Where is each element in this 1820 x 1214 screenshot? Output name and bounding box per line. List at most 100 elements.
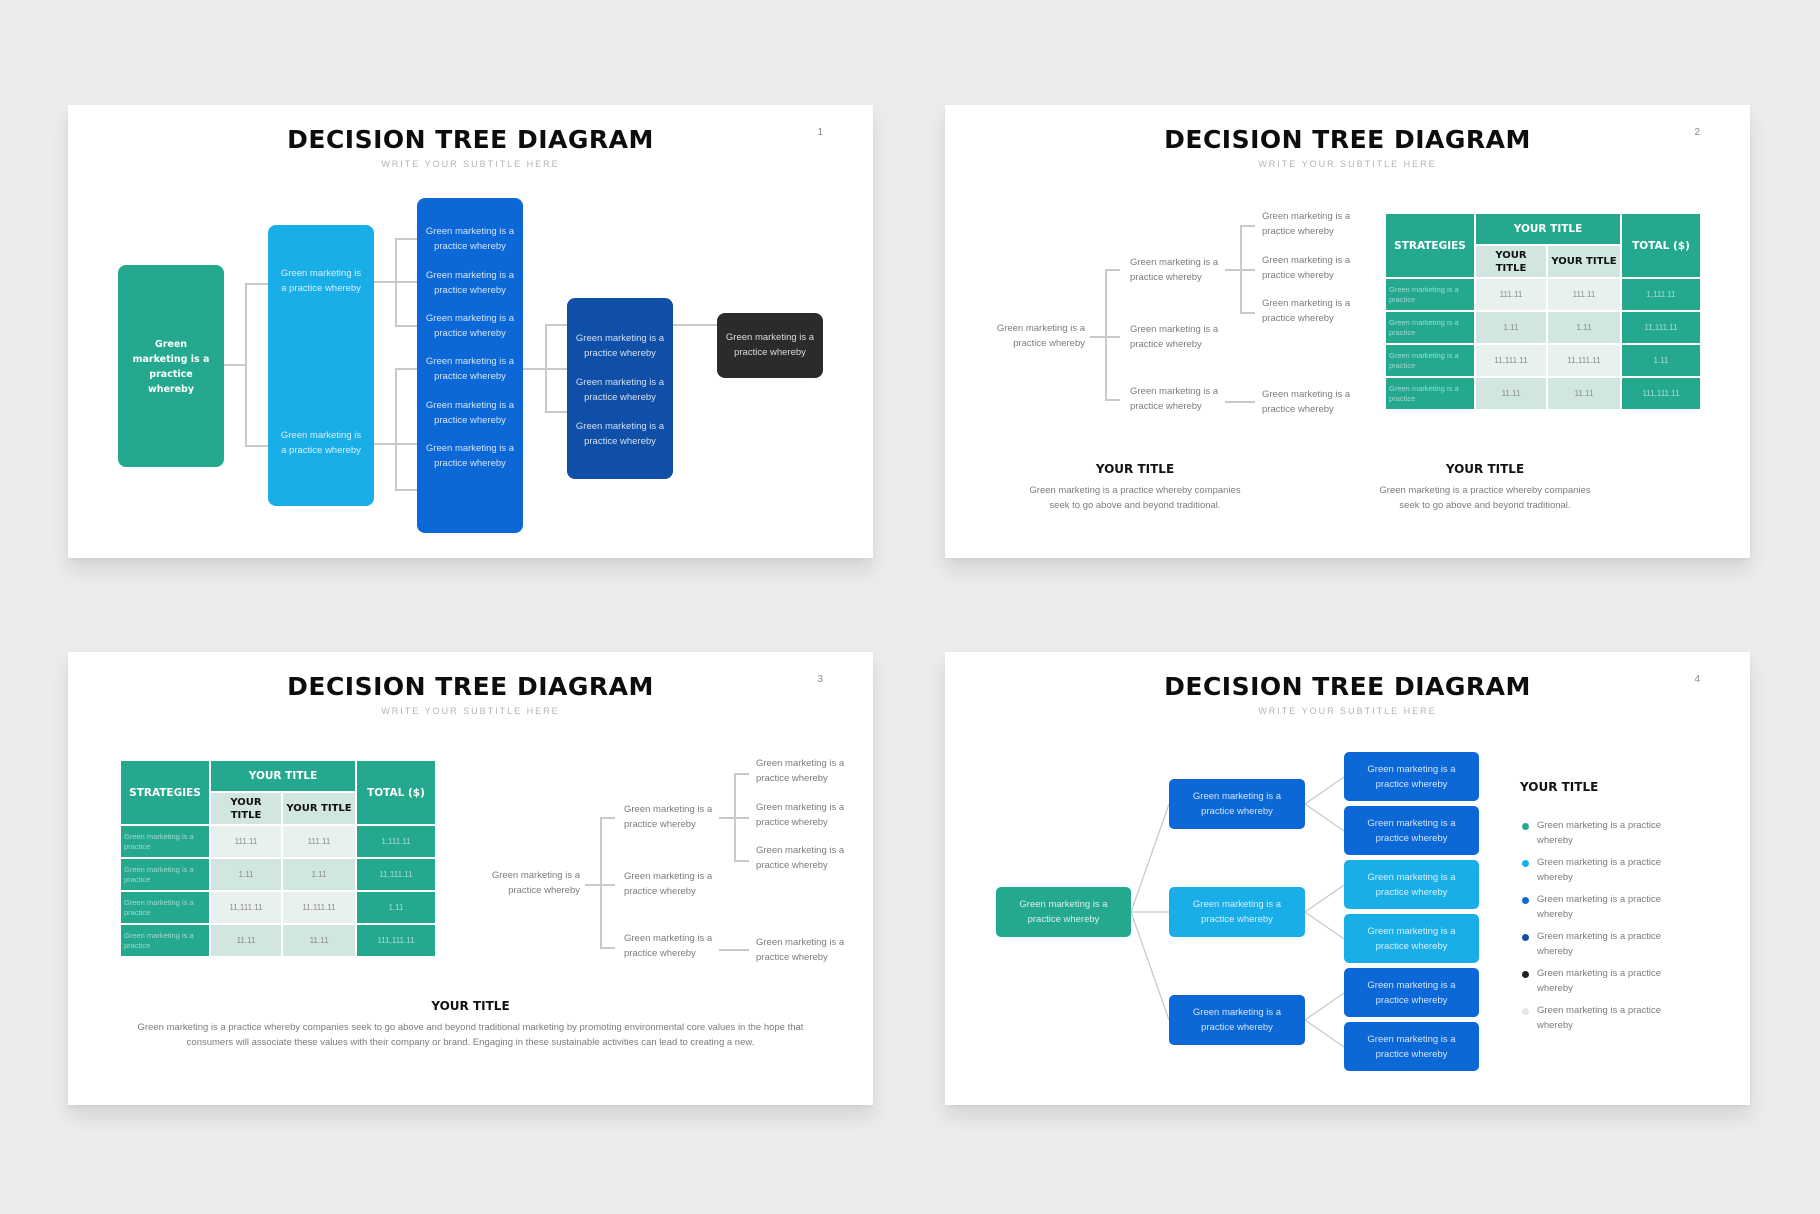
cell: 1.11 [282,858,356,891]
node-label: Green marketing is a practice whereby [425,226,515,252]
total-cell: 1,111.11 [1621,278,1701,311]
cell: 1.11 [210,858,282,891]
section-body: Green marketing is a practice whereby co… [1379,485,1591,511]
tree-leaf-text: Green marketing is a practice whereby [1262,255,1351,281]
middle-node[interactable]: Green marketing is a practice whereby [1169,995,1305,1045]
section-title: YOUR TITLE [1095,462,1175,476]
connector [1304,911,1345,940]
level-4-node[interactable]: Green marketing is a practice whereby [717,313,823,378]
connector [224,364,246,366]
legend-text: Green marketing is a practice whereby [1537,857,1662,883]
table-row: Green marketing is a practice 1.11 1.11 … [120,858,436,891]
tree-middle-text: Green marketing is a practice whereby [1130,257,1219,283]
leaf-node[interactable]: Green marketing is a practice whereby [1344,968,1479,1017]
total-cell: 1.11 [1621,344,1701,377]
cell: 111.11 [1475,278,1547,311]
node-label: Green marketing is a practice whereby [280,430,362,456]
bullet-dot-icon [1522,897,1529,904]
connector [719,949,749,951]
connector [1130,911,1170,1021]
leaf-node[interactable]: Green marketing is a practice whereby [1344,752,1479,801]
section-title: YOUR TITLE [1445,462,1525,476]
leaf-node[interactable]: Green marketing is a practice whereby [1344,806,1479,855]
connector [1105,269,1120,271]
legend-text: Green marketing is a practice whereby [1537,968,1662,994]
slide-2[interactable]: DECISION TREE DIAGRAM WRITE YOUR SUBTITL… [945,105,1750,558]
tree-leaf-text: Green marketing is a practice whereby [756,845,845,871]
level-1-node[interactable]: Green marketing is a practice whereby Gr… [268,225,374,506]
slide-title: DECISION TREE DIAGRAM [1164,125,1531,154]
legend-text: Green marketing is a practice whereby [1537,1005,1662,1031]
node-label: Green marketing is a practice whereby [1367,1034,1456,1060]
table-row: Green marketing is a practice 11,111.11 … [120,891,436,924]
connector [1105,269,1107,400]
root-node[interactable]: Green marketing is a practice whereby [996,887,1131,937]
tree-leaf-text: Green marketing is a practice whereby [756,802,845,828]
tree-leaf-text: Green marketing is a practice whereby [1262,298,1351,324]
table-row: Green marketing is a practice 11.11 11.1… [120,924,436,957]
node-label: Green marketing is a practice whereby [1367,926,1456,952]
leaf-node[interactable]: Green marketing is a practice whereby [1344,1022,1479,1071]
tree-leaf-text: Green marketing is a practice whereby [756,937,845,963]
leaf-node[interactable]: Green marketing is a practice whereby [1344,914,1479,963]
section-body: Green marketing is a practice whereby co… [1029,485,1241,511]
bullet-dot-icon [1522,934,1529,941]
header-total: TOTAL ($) [356,760,436,825]
connector [395,368,397,490]
connector [1225,401,1255,403]
legend-text: Green marketing is a practice whereby [1537,931,1662,957]
node-label: Green marketing is a practice whereby [425,356,515,382]
row-label: Green marketing is a practice [1385,344,1475,377]
slide-title: DECISION TREE DIAGRAM [287,125,654,154]
cell: 1.11 [1475,311,1547,344]
cell: 11,111.11 [210,891,282,924]
header-sub-1: YOUR TITLE [210,792,282,825]
section-body: Green marketing is a practice whereby co… [137,1022,804,1048]
slide-3[interactable]: DECISION TREE DIAGRAM WRITE YOUR SUBTITL… [68,652,873,1105]
connector [1130,803,1170,913]
middle-node[interactable]: Green marketing is a practice whereby [1169,779,1305,829]
cell: 111.11 [210,825,282,858]
node-label: Green marketing is a practice whereby [1192,899,1282,925]
total-cell: 111,111.11 [1621,377,1701,410]
middle-node[interactable]: Green marketing is a practice whereby [1169,887,1305,937]
tree-leaf-text: Green marketing is a practice whereby [1262,211,1351,237]
connector [395,325,417,327]
node-label: Green marketing is a practice whereby [425,270,515,296]
connector [395,368,417,370]
total-cell: 1.11 [356,891,436,924]
section-title: YOUR TITLE [431,999,510,1013]
connector [1240,225,1242,313]
connector [545,411,567,413]
cell: 11.11 [1547,377,1621,410]
connector [395,238,397,326]
row-label: Green marketing is a practice [1385,377,1475,410]
connector [1304,1019,1345,1048]
slide-subtitle: WRITE YOUR SUBTITLE HERE [1258,159,1437,169]
connector [600,817,602,948]
slide-1[interactable]: DECISION TREE DIAGRAM WRITE YOUR SUBTITL… [68,105,873,558]
header-sub-1: YOUR TITLE [1475,245,1547,278]
node-label: Green marketing is a practice whereby [1367,764,1456,790]
leaf-node[interactable]: Green marketing is a practice whereby [1344,860,1479,909]
page-number: 2 [1694,127,1700,138]
header-strategies: STRATEGIES [1385,213,1475,278]
row-label: Green marketing is a practice [120,825,210,858]
node-label: Green marketing is a practice whereby [1019,899,1108,925]
row-label: Green marketing is a practice [120,858,210,891]
connector [545,324,567,326]
page-number: 1 [817,127,823,138]
cell: 111.11 [1547,278,1621,311]
root-node[interactable]: Green marketing is a practice whereby [118,265,224,467]
tree-leaf-text: Green marketing is a practice whereby [756,758,845,784]
strategies-table: STRATEGIES YOUR TITLE TOTAL ($) YOUR TIT… [1385,213,1701,410]
slide-title: DECISION TREE DIAGRAM [287,672,654,701]
row-label: Green marketing is a practice [1385,311,1475,344]
slide-4[interactable]: DECISION TREE DIAGRAM WRITE YOUR SUBTITL… [945,652,1750,1105]
level-3-node[interactable]: Green marketing is a practice whereby Gr… [567,298,673,479]
row-label: Green marketing is a practice [1385,278,1475,311]
bullet-dot-icon [1522,860,1529,867]
level-2-node[interactable]: Green marketing is a practice whereby Gr… [417,198,523,533]
connector [1304,884,1345,913]
header-group: YOUR TITLE [1475,213,1621,245]
